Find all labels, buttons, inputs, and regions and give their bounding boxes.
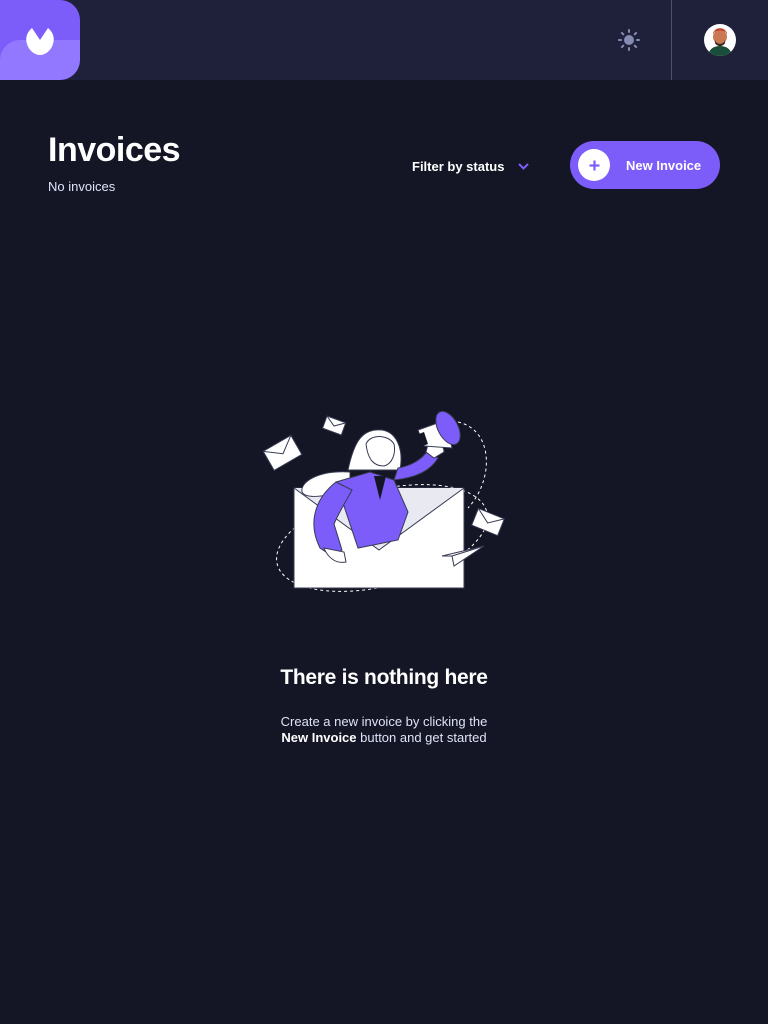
app-logo-icon [26, 28, 54, 55]
empty-state-title: There is nothing here [280, 666, 488, 689]
empty-state-new-invoice-ref: New Invoice [281, 730, 357, 745]
filter-by-status-dropdown[interactable]: Filter by status [412, 156, 530, 176]
top-bar [0, 0, 768, 80]
empty-state-description: Create a new invoice by clicking the New… [0, 714, 768, 746]
empty-state-line-1: Create a new invoice by clicking the [280, 714, 488, 729]
chevron-down-icon [518, 162, 530, 170]
plus-icon [578, 149, 610, 181]
user-avatar[interactable] [704, 24, 736, 56]
new-invoice-label: New Invoice [626, 157, 702, 173]
new-invoice-button[interactable]: New Invoice [570, 141, 720, 189]
avatar-image [704, 24, 736, 56]
theme-toggle-button[interactable] [616, 27, 642, 53]
app-logo[interactable] [0, 0, 80, 80]
invoice-count: No invoices [48, 179, 116, 194]
sun-icon [618, 29, 640, 51]
empty-state-line-2: button and get started [356, 730, 487, 745]
filter-label: Filter by status [412, 158, 505, 174]
page-title: Invoices [48, 131, 181, 169]
empty-state-illustration [262, 410, 506, 592]
header-divider [671, 0, 672, 80]
